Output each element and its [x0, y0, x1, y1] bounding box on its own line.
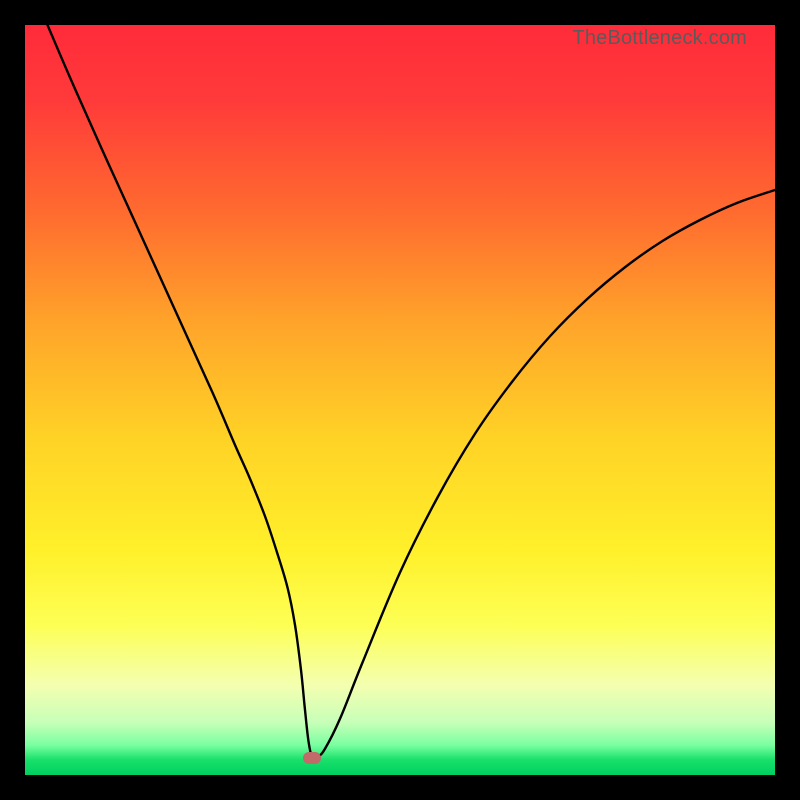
bottleneck-curve	[25, 25, 775, 775]
plot-area: TheBottleneck.com	[25, 25, 775, 775]
chart-frame: TheBottleneck.com	[0, 0, 800, 800]
optimum-marker	[303, 752, 321, 764]
